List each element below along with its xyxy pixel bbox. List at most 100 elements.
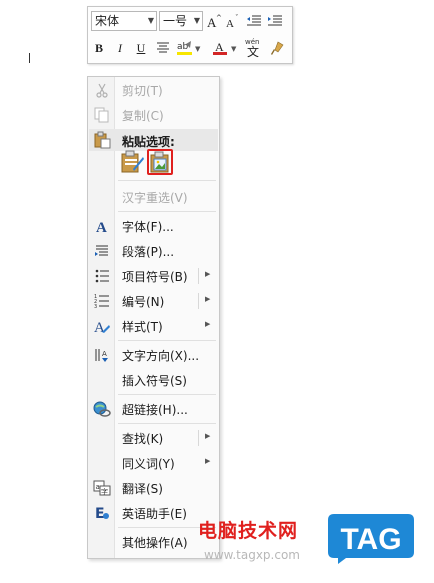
text-cursor [29, 53, 32, 63]
menu-item-insert-symbol[interactable]: 插入符号(S) [88, 368, 219, 392]
svg-text:字: 字 [101, 487, 108, 496]
italic-button[interactable]: I [111, 38, 129, 58]
chevron-down-icon[interactable]: ▼ [195, 45, 200, 53]
translate-icon: a字 [93, 479, 111, 497]
chevron-down-icon[interactable]: ▼ [194, 12, 200, 30]
copy-icon [93, 106, 111, 124]
svg-text:a: a [96, 483, 100, 491]
menu-item-label: 超链接(H)... [122, 403, 188, 417]
menu-item-bullets[interactable]: 项目符号(B) ▶ [88, 264, 219, 288]
chevron-down-icon[interactable]: ▼ [148, 12, 154, 30]
underline-button[interactable]: U [132, 38, 150, 58]
bullets-icon [93, 267, 111, 285]
font-size-combo[interactable]: 一号 ▼ [159, 11, 203, 31]
split-divider [198, 430, 199, 446]
menu-item-label: 查找(K) [122, 432, 164, 446]
chevron-down-icon[interactable]: ▼ [231, 45, 236, 53]
paragraph-icon [93, 242, 111, 260]
menu-item-label: 复制(C) [122, 109, 164, 123]
menu-item-label: 插入符号(S) [122, 374, 187, 388]
menu-separator [118, 211, 216, 212]
context-menu: 剪切(T) 复制(C) 粘贴选项: 汉字重选(V) A 字体(F)... 段落(… [87, 76, 220, 559]
menu-item-reconvert[interactable]: 汉字重选(V) [88, 185, 219, 209]
svg-text:A: A [102, 350, 107, 358]
watermark-logo: TAG [326, 512, 416, 564]
text-direction-icon: A [93, 346, 111, 364]
watermark-url: www.tagxp.com [204, 548, 300, 562]
menu-item-label: 同义词(Y) [122, 457, 175, 471]
scissors-icon [93, 81, 111, 99]
menu-item-label: 其他操作(A) [122, 536, 188, 550]
svg-text:ab: ab [177, 42, 189, 52]
decrease-indent-icon[interactable] [245, 11, 263, 31]
font-size-value: 一号 [163, 14, 188, 28]
menu-item-label: 段落(P)... [122, 245, 175, 259]
menu-item-text-direction[interactable]: A 文字方向(X)... [88, 343, 219, 367]
svg-text:ˇ: ˇ [235, 14, 239, 22]
svg-text:TAG: TAG [340, 523, 401, 556]
menu-separator [118, 180, 216, 181]
svg-text:文: 文 [247, 44, 259, 59]
menu-item-numbering[interactable]: 123 编号(N) ▶ [88, 289, 219, 313]
increase-indent-icon[interactable] [266, 11, 284, 31]
submenu-arrow-icon[interactable]: ▶ [205, 320, 210, 328]
submenu-arrow-icon[interactable]: ▶ [205, 432, 210, 440]
svg-text:A: A [226, 18, 234, 28]
menu-item-cut[interactable]: 剪切(T) [88, 78, 219, 102]
svg-text:A: A [215, 40, 224, 54]
paste-as-picture-button[interactable] [147, 149, 173, 175]
svg-text:E: E [95, 506, 105, 521]
submenu-arrow-icon[interactable]: ▶ [205, 295, 210, 303]
menu-item-translate[interactable]: a字 翻译(S) [88, 476, 219, 500]
paste-icon [93, 131, 111, 149]
menu-item-styles[interactable]: A 样式(T) ▶ [88, 314, 219, 338]
font-color-icon[interactable]: A [211, 38, 229, 58]
svg-text:3: 3 [94, 304, 97, 309]
font-name-value: 宋体 [95, 14, 120, 28]
menu-item-label: 剪切(T) [122, 84, 163, 98]
paste-keep-source-button[interactable] [119, 149, 145, 175]
menu-item-find[interactable]: 查找(K) ▶ [88, 426, 219, 450]
english-assistant-icon: E [93, 504, 111, 522]
phonetic-guide-icon[interactable]: wén 文 [243, 36, 265, 60]
menu-separator [118, 423, 216, 424]
svg-text:A: A [96, 220, 107, 234]
menu-item-label: 英语助手(E) [122, 507, 187, 521]
split-divider [198, 268, 199, 284]
menu-item-label: 文字方向(X)... [122, 349, 200, 363]
menu-item-label: 汉字重选(V) [122, 191, 188, 205]
mini-toolbar: 宋体 ▼ 一号 ▼ A ^ Aˇ B I U ab ▼ A ▼ wén 文 [87, 6, 293, 64]
watermark-text: 电脑技术网 [198, 520, 299, 542]
svg-text:^: ^ [216, 14, 222, 22]
submenu-arrow-icon[interactable]: ▶ [205, 457, 210, 465]
center-align-icon[interactable] [154, 38, 172, 58]
menu-item-paragraph[interactable]: 段落(P)... [88, 239, 219, 263]
paste-options-header: 粘贴选项: [89, 129, 218, 151]
menu-item-font[interactable]: A 字体(F)... [88, 214, 219, 238]
highlight-icon[interactable]: ab [176, 38, 194, 58]
paste-options-label: 粘贴选项: [122, 135, 175, 149]
menu-item-synonyms[interactable]: 同义词(Y) ▶ [88, 451, 219, 475]
menu-item-label: 翻译(S) [122, 482, 163, 496]
paste-as-picture-icon [149, 151, 171, 176]
hyperlink-icon [93, 400, 111, 418]
menu-separator [118, 340, 216, 341]
format-painter-icon[interactable] [268, 38, 286, 58]
menu-item-label: 样式(T) [122, 320, 163, 334]
keep-source-formatting-icon [119, 150, 145, 178]
menu-item-label: 字体(F)... [122, 220, 174, 234]
bold-button[interactable]: B [90, 38, 108, 58]
shrink-font-icon[interactable]: Aˇ [224, 11, 242, 31]
font-icon: A [93, 217, 111, 235]
menu-item-copy[interactable]: 复制(C) [88, 103, 219, 127]
font-name-combo[interactable]: 宋体 ▼ [91, 11, 157, 31]
grow-font-icon[interactable]: A ^ [205, 11, 223, 31]
menu-item-label: 项目符号(B) [122, 270, 188, 284]
menu-separator [118, 394, 216, 395]
styles-icon: A [93, 317, 111, 335]
menu-item-label: 编号(N) [122, 295, 165, 309]
split-divider [198, 293, 199, 309]
submenu-arrow-icon[interactable]: ▶ [205, 270, 210, 278]
numbering-icon: 123 [93, 292, 111, 310]
menu-item-hyperlink[interactable]: 超链接(H)... [88, 397, 219, 421]
